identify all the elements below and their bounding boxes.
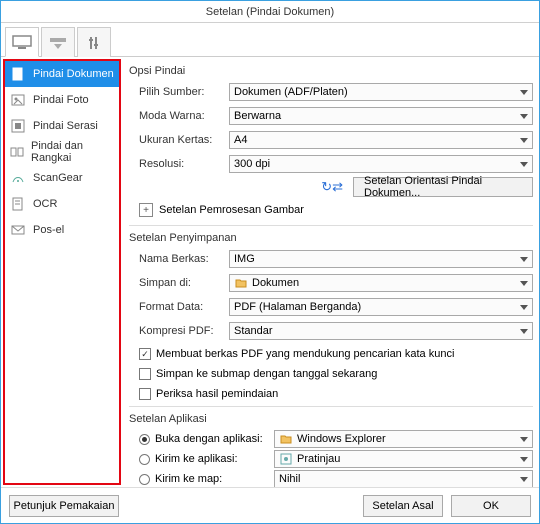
select-format[interactable]: PDF (Halaman Berganda) — [229, 298, 533, 316]
section-penyimpanan: Setelan Penyimpanan — [129, 232, 533, 244]
radio-send-app[interactable] — [139, 454, 150, 465]
sidebar-label: Pos-el — [33, 224, 64, 236]
tab-tools[interactable] — [77, 27, 111, 57]
ocr-icon — [9, 195, 27, 213]
photo-icon — [9, 91, 27, 109]
tools-icon — [83, 35, 105, 51]
select-send-app[interactable]: Pratinjau — [274, 450, 533, 468]
image-processing-label: Setelan Pemrosesan Gambar — [159, 204, 304, 216]
rad-label: Buka dengan aplikasi: — [155, 433, 269, 445]
titlebar: Setelan (Pindai Dokumen) — [1, 1, 539, 23]
select-nama-berkas[interactable]: IMG — [229, 250, 533, 268]
sidebar-item-pindai-dokumen[interactable]: Pindai Dokumen — [5, 61, 119, 87]
radio-send-folder[interactable] — [139, 474, 150, 485]
select-warna[interactable]: Berwarna — [229, 107, 533, 125]
sidebar-item-posel[interactable]: Pos-el — [5, 217, 119, 243]
label-sumber: Pilih Sumber: — [129, 86, 229, 98]
select-simpan-di[interactable]: Dokumen — [229, 274, 533, 292]
document-icon — [9, 65, 27, 83]
sidebar-label: Pindai dan Rangkai — [31, 140, 115, 164]
sidebar-item-ocr[interactable]: OCR — [5, 191, 119, 217]
section-aplikasi: Setelan Aplikasi — [129, 413, 533, 425]
defaults-button[interactable]: Setelan Asal — [363, 495, 443, 517]
window-title: Setelan (Pindai Dokumen) — [206, 6, 334, 18]
sidebar: Pindai Dokumen Pindai Foto Pindai Serasi… — [3, 59, 121, 485]
rad-label: Kirim ke map: — [155, 473, 269, 485]
sidebar-item-pindai-serasi[interactable]: Pindai Serasi — [5, 113, 119, 139]
label-nama-berkas: Nama Berkas: — [129, 253, 229, 265]
select-resolusi[interactable]: 300 dpi — [229, 155, 533, 173]
tab-from-computer[interactable] — [5, 27, 39, 57]
select-kompresi[interactable]: Standar — [229, 322, 533, 340]
checkbox-subfolder-date[interactable] — [139, 368, 151, 380]
radio-open-app[interactable] — [139, 434, 150, 445]
select-send-folder[interactable]: Nihil — [274, 470, 533, 487]
orientation-button[interactable]: Setelan Orientasi Pindai Dokumen... — [353, 177, 533, 197]
label-resolusi: Resolusi: — [129, 158, 229, 170]
scangear-icon — [9, 169, 27, 187]
sidebar-item-pindai-foto[interactable]: Pindai Foto — [5, 87, 119, 113]
label-kompresi: Kompresi PDF: — [129, 325, 229, 337]
expand-image-processing[interactable]: + Setelan Pemrosesan Gambar — [139, 203, 533, 217]
sidebar-label: Pindai Foto — [33, 94, 89, 106]
select-sumber[interactable]: Dokumen (ADF/Platen) — [229, 83, 533, 101]
divider — [129, 406, 533, 407]
sidebar-label: Pindai Serasi — [33, 120, 98, 132]
refresh-icon[interactable]: ↻⇄ — [321, 179, 343, 195]
divider — [129, 225, 533, 226]
folder-icon — [234, 276, 248, 290]
checkbox-check-results[interactable] — [139, 388, 151, 400]
sidebar-label: OCR — [33, 198, 57, 210]
scanner-icon — [47, 35, 69, 51]
explorer-icon — [279, 432, 293, 446]
ok-button[interactable]: OK — [451, 495, 531, 517]
top-tabs — [1, 23, 539, 57]
custom-icon — [9, 117, 27, 135]
sidebar-item-pindai-rangkai[interactable]: Pindai dan Rangkai — [5, 139, 119, 165]
sidebar-label: ScanGear — [33, 172, 83, 184]
label-simpan-di: Simpan di: — [129, 277, 229, 289]
section-opsi-pindai: Opsi Pindai — [129, 65, 533, 77]
chk-label: Simpan ke submap dengan tanggal sekarang — [156, 368, 377, 380]
label-warna: Moda Warna: — [129, 110, 229, 122]
sidebar-item-scangear[interactable]: ScanGear — [5, 165, 119, 191]
chk-label: Periksa hasil pemindaian — [156, 388, 278, 400]
checkbox-pdf-searchable[interactable]: ✓ — [139, 348, 151, 360]
help-button[interactable]: Petunjuk Pemakaian — [9, 495, 119, 517]
select-open-app[interactable]: Windows Explorer — [274, 430, 533, 448]
stitch-icon — [9, 143, 25, 161]
label-kertas: Ukuran Kertas: — [129, 134, 229, 146]
tab-from-panel[interactable] — [41, 27, 75, 57]
sidebar-label: Pindai Dokumen — [33, 68, 114, 80]
footer: Petunjuk Pemakaian Setelan Asal OK — [1, 487, 539, 523]
monitor-icon — [11, 34, 33, 50]
settings-dialog: Setelan (Pindai Dokumen) Pindai Dokumen … — [0, 0, 540, 524]
preview-icon — [279, 452, 293, 466]
label-format: Format Data: — [129, 301, 229, 313]
main-panel: Opsi Pindai Pilih Sumber:Dokumen (ADF/Pl… — [121, 57, 539, 487]
chk-label: Membuat berkas PDF yang mendukung pencar… — [156, 348, 454, 360]
plus-icon: + — [139, 203, 153, 217]
select-kertas[interactable]: A4 — [229, 131, 533, 149]
rad-label: Kirim ke aplikasi: — [155, 453, 269, 465]
mail-icon — [9, 221, 27, 239]
